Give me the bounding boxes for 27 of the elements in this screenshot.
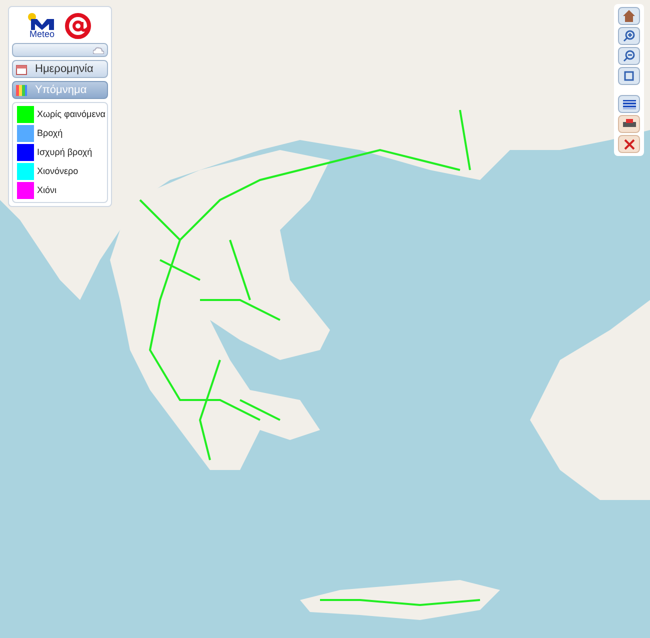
cross-icon xyxy=(624,138,634,150)
zoom-extent-button[interactable] xyxy=(618,67,640,85)
logo-text: Meteo xyxy=(29,30,54,39)
zoom-in-button[interactable] xyxy=(618,27,640,45)
tool-button[interactable] xyxy=(618,135,640,153)
calendar-icon xyxy=(16,64,27,74)
zoom-out-button[interactable] xyxy=(618,47,640,65)
flag-button[interactable] xyxy=(618,95,640,113)
home-icon xyxy=(623,10,635,22)
legend-label: Ισχυρή βροχή xyxy=(37,146,92,159)
print-button[interactable] xyxy=(618,115,640,133)
m-icon xyxy=(28,13,56,30)
search-field[interactable] xyxy=(12,43,108,57)
zoom-out-icon xyxy=(623,50,635,62)
legend-label: Χιονόνερο xyxy=(37,164,78,178)
legend-label: Χιόνι xyxy=(37,184,57,197)
at-sign-icon xyxy=(64,12,92,40)
home-button[interactable] xyxy=(618,7,640,25)
printer-icon xyxy=(622,119,636,129)
cloud-icon xyxy=(93,46,104,54)
legend-label: Χωρίς φαινόμενα xyxy=(37,108,106,121)
zoom-in-icon xyxy=(623,30,635,42)
section-header[interactable]: Ημερομηνία xyxy=(12,60,108,78)
palette-icon xyxy=(16,84,27,96)
frame-icon xyxy=(623,70,635,82)
legend-label: Βροχή xyxy=(37,126,63,140)
flag-icon xyxy=(622,100,636,108)
